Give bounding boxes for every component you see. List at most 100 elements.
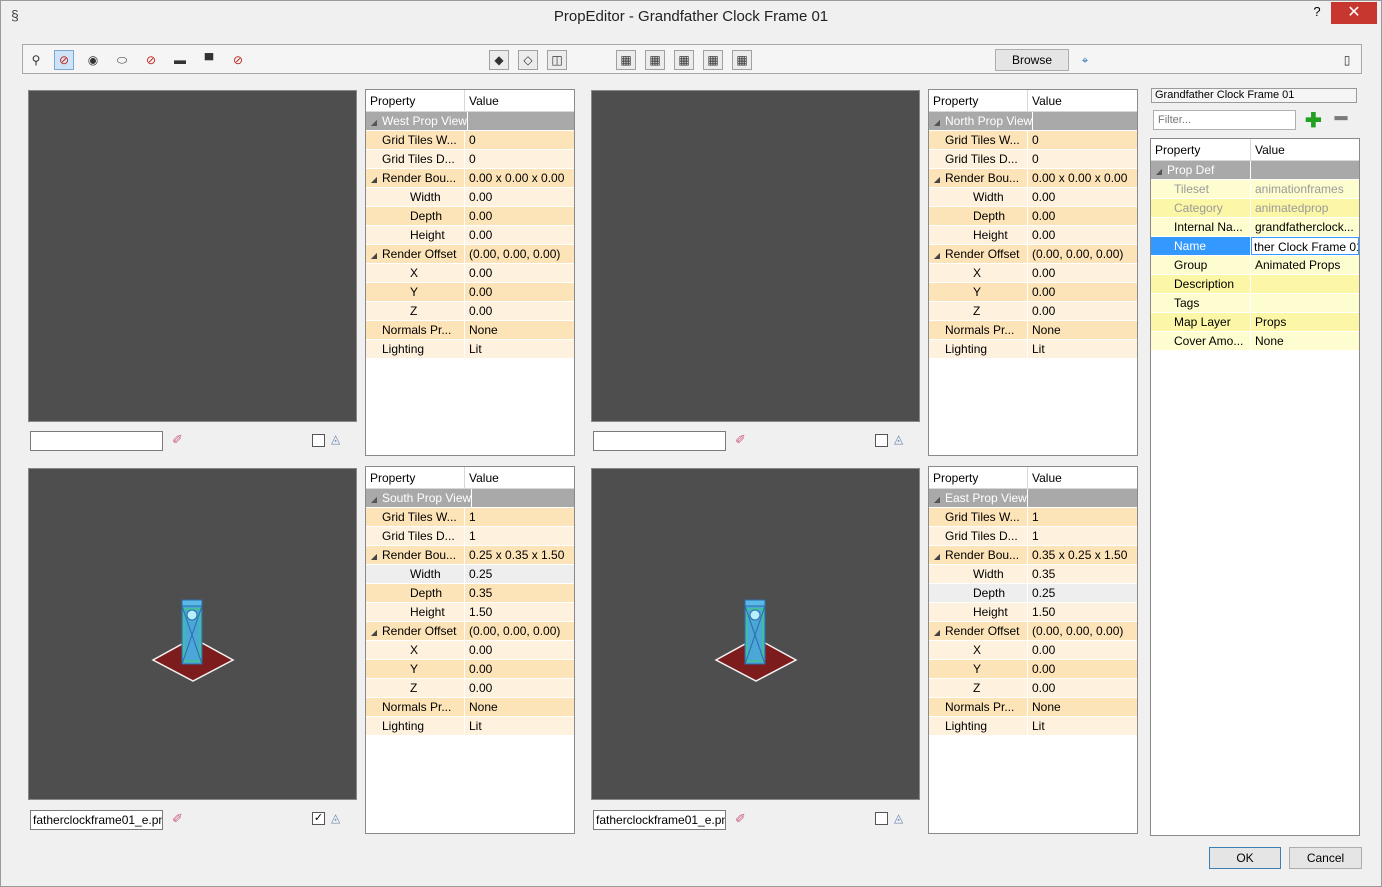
east-eraser-icon[interactable]: ✐ bbox=[735, 811, 753, 827]
property-value[interactable]: 0.00 bbox=[465, 283, 574, 301]
property-row[interactable]: Grid Tiles D... 0 bbox=[366, 150, 574, 169]
property-row[interactable]: Depth 0.00 bbox=[929, 207, 1137, 226]
property-row[interactable]: Z 0.00 bbox=[366, 302, 574, 321]
ok-button[interactable]: OK bbox=[1209, 847, 1281, 869]
property-row[interactable]: Height 1.50 bbox=[929, 603, 1137, 622]
property-value[interactable]: Lit bbox=[1028, 340, 1137, 358]
property-row[interactable]: Category animatedprop bbox=[1151, 199, 1359, 218]
property-value[interactable]: None bbox=[465, 321, 574, 339]
west-texture-input[interactable] bbox=[30, 431, 163, 451]
property-row[interactable]: Grid Tiles D... 1 bbox=[929, 527, 1137, 546]
property-value[interactable]: 0.00 bbox=[1028, 188, 1137, 206]
collapse-arrow-icon[interactable]: ◢ bbox=[366, 495, 382, 504]
collapse-arrow-icon[interactable]: ◢ bbox=[929, 628, 945, 637]
line-icon[interactable]: ▬ bbox=[170, 50, 190, 70]
property-value[interactable]: (0.00, 0.00, 0.00) bbox=[465, 245, 574, 263]
target-icon[interactable]: ⌖ bbox=[1075, 50, 1095, 70]
property-row[interactable]: Grid Tiles D... 1 bbox=[366, 527, 574, 546]
property-row[interactable]: Description bbox=[1151, 275, 1359, 294]
property-row[interactable]: Normals Pr... None bbox=[366, 698, 574, 717]
cube-icon[interactable]: ◆ bbox=[489, 50, 509, 70]
property-row[interactable]: Group Animated Props bbox=[1151, 256, 1359, 275]
east-mirror-icon[interactable]: ◬ bbox=[894, 811, 903, 825]
property-row[interactable]: Grid Tiles W... 0 bbox=[366, 131, 574, 150]
opacity-icon[interactable]: ▀ bbox=[199, 50, 219, 70]
property-row[interactable]: Normals Pr... None bbox=[366, 321, 574, 340]
property-row[interactable]: X 0.00 bbox=[929, 641, 1137, 660]
west-mirror-icon[interactable]: ◬ bbox=[331, 432, 340, 446]
property-value[interactable]: 0.00 bbox=[465, 188, 574, 206]
property-value[interactable]: Props bbox=[1251, 313, 1359, 331]
collapse-arrow-icon[interactable]: ◢ bbox=[366, 628, 382, 637]
property-row[interactable]: ◢ Render Offset (0.00, 0.00, 0.00) bbox=[366, 622, 574, 641]
property-value[interactable]: 0.00 bbox=[465, 302, 574, 320]
west-viewport[interactable] bbox=[28, 90, 357, 422]
footprint-icon[interactable]: ⚲ bbox=[26, 50, 46, 70]
property-row[interactable]: ◢ Render Offset (0.00, 0.00, 0.00) bbox=[929, 245, 1137, 264]
layout-east-icon[interactable]: ▦ bbox=[732, 50, 752, 70]
property-value[interactable]: Animated Props bbox=[1251, 256, 1359, 274]
property-row[interactable]: ◢ Render Bou... 0.00 x 0.00 x 0.00 bbox=[929, 169, 1137, 188]
property-row[interactable]: Y 0.00 bbox=[929, 283, 1137, 302]
property-row[interactable]: Tileset animationframes bbox=[1151, 180, 1359, 199]
south-mirror-icon[interactable]: ◬ bbox=[331, 811, 340, 825]
property-value[interactable]: 0.00 bbox=[465, 226, 574, 244]
property-value[interactable]: 0.25 bbox=[465, 565, 574, 583]
property-row[interactable]: Grid Tiles W... 1 bbox=[929, 508, 1137, 527]
collapse-arrow-icon[interactable]: ◢ bbox=[929, 495, 945, 504]
property-value[interactable]: Lit bbox=[465, 717, 574, 735]
property-row[interactable]: ◢ Render Bou... 0.25 x 0.35 x 1.50 bbox=[366, 546, 574, 565]
group-row[interactable]: ◢ Prop Def bbox=[1151, 161, 1359, 180]
property-value[interactable]: (0.00, 0.00, 0.00) bbox=[465, 622, 574, 640]
document-icon[interactable]: ▯ bbox=[1337, 50, 1357, 70]
layout-all-icon[interactable]: ▦ bbox=[616, 50, 636, 70]
footprint-off-icon[interactable]: ⊘ bbox=[54, 50, 74, 70]
property-row[interactable]: Depth 0.25 bbox=[929, 584, 1137, 603]
property-value[interactable]: 1.50 bbox=[1028, 603, 1137, 621]
south-texture-input[interactable]: fatherclockframe01_e.png bbox=[30, 810, 163, 830]
property-value[interactable]: 0.00 bbox=[1028, 283, 1137, 301]
north-viewport[interactable] bbox=[591, 90, 920, 422]
property-value[interactable]: 1 bbox=[1028, 508, 1137, 526]
property-row[interactable]: Y 0.00 bbox=[929, 660, 1137, 679]
collapse-arrow-icon[interactable]: ◢ bbox=[929, 552, 945, 561]
property-row[interactable]: Z 0.00 bbox=[366, 679, 574, 698]
property-row[interactable]: Y 0.00 bbox=[366, 283, 574, 302]
property-value[interactable]: 1 bbox=[465, 508, 574, 526]
property-row[interactable]: Depth 0.00 bbox=[366, 207, 574, 226]
property-value[interactable]: 1.50 bbox=[465, 603, 574, 621]
property-value[interactable]: 0.00 x 0.00 x 0.00 bbox=[1028, 169, 1137, 187]
property-value[interactable]: 0.00 bbox=[465, 641, 574, 659]
property-row[interactable]: Lighting Lit bbox=[366, 340, 574, 359]
property-value[interactable]: 1 bbox=[465, 527, 574, 545]
south-viewport[interactable] bbox=[28, 468, 357, 800]
property-row[interactable]: Width 0.25 bbox=[366, 565, 574, 584]
eye-off-icon[interactable]: ⊘ bbox=[141, 50, 161, 70]
property-value[interactable]: 0.00 bbox=[1028, 226, 1137, 244]
property-value[interactable]: 0.25 x 0.35 x 1.50 bbox=[465, 546, 574, 564]
property-row[interactable]: Z 0.00 bbox=[929, 679, 1137, 698]
property-row[interactable]: Grid Tiles W... 0 bbox=[929, 131, 1137, 150]
eye-icon[interactable]: ◉ bbox=[83, 50, 103, 70]
property-row[interactable]: X 0.00 bbox=[929, 264, 1137, 283]
property-row[interactable]: ◢ Render Offset (0.00, 0.00, 0.00) bbox=[366, 245, 574, 264]
property-value[interactable]: 0 bbox=[465, 150, 574, 168]
group-row[interactable]: ◢ East Prop View bbox=[929, 489, 1137, 508]
ground-icon[interactable]: ⬭ bbox=[112, 50, 132, 70]
property-value[interactable]: 0.00 bbox=[1028, 660, 1137, 678]
property-row[interactable]: Name ther Clock Frame 01 bbox=[1151, 237, 1359, 256]
east-texture-input[interactable]: fatherclockframe01_e.png bbox=[593, 810, 726, 830]
property-row[interactable]: ◢ Render Bou... 0.35 x 0.25 x 1.50 bbox=[929, 546, 1137, 565]
close-button[interactable]: ✕ bbox=[1331, 2, 1377, 24]
property-row[interactable]: Lighting Lit bbox=[366, 717, 574, 736]
property-row[interactable]: Grid Tiles D... 0 bbox=[929, 150, 1137, 169]
property-value[interactable]: Lit bbox=[1028, 717, 1137, 735]
property-row[interactable]: Internal Na... grandfatherclock... bbox=[1151, 218, 1359, 237]
browse-button[interactable]: Browse bbox=[995, 49, 1069, 71]
property-value[interactable]: None bbox=[1028, 321, 1137, 339]
property-row[interactable]: Grid Tiles W... 1 bbox=[366, 508, 574, 527]
layout-west-icon[interactable]: ▦ bbox=[645, 50, 665, 70]
north-visible-checkbox[interactable] bbox=[875, 434, 888, 447]
north-texture-input[interactable] bbox=[593, 431, 726, 451]
group-row[interactable]: ◢ North Prop View bbox=[929, 112, 1137, 131]
